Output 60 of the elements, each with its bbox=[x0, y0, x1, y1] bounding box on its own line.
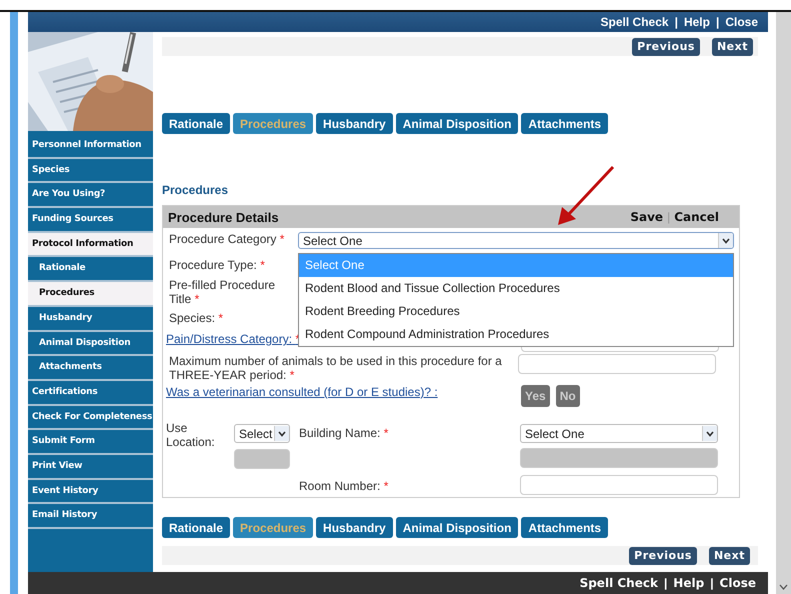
required-mark: * bbox=[218, 311, 224, 325]
separator: | bbox=[710, 576, 714, 590]
sidebar-item[interactable]: Check For Completeness bbox=[28, 406, 153, 430]
separator: | bbox=[674, 15, 678, 29]
field-label: Species: * bbox=[169, 311, 224, 325]
tab[interactable]: Attachments bbox=[521, 113, 608, 134]
input-field[interactable] bbox=[518, 354, 716, 374]
field-label: Building Name: * bbox=[299, 425, 390, 440]
tab[interactable]: Attachments bbox=[521, 517, 608, 538]
required-mark: * bbox=[290, 368, 294, 382]
sidebar-item[interactable]: Event History bbox=[28, 480, 153, 504]
header-link[interactable]: Spell Check bbox=[580, 576, 658, 590]
required-mark: * bbox=[194, 292, 200, 306]
tab[interactable]: Rationale bbox=[162, 113, 230, 134]
field-label: Maximum number of animals to be used in this procedure for a THREE-YEAR period: * bbox=[169, 354, 503, 382]
caret-icon bbox=[278, 430, 286, 436]
panel-action[interactable]: Cancel bbox=[674, 210, 719, 224]
field-label: Room Number: * bbox=[299, 478, 390, 493]
field-link[interactable]: Was a veterinarian consulted (for D or E studies)? : bbox=[166, 385, 521, 399]
tab[interactable]: Animal Disposition bbox=[396, 517, 518, 538]
nav-button[interactable]: Previous bbox=[632, 38, 700, 56]
field-label: Procedure Type: * bbox=[169, 258, 265, 272]
select-field[interactable]: Select One bbox=[520, 424, 718, 443]
select-field[interactable]: Select One bbox=[298, 232, 734, 249]
tab[interactable]: Animal Disposition bbox=[396, 113, 518, 134]
panel-title: Procedure Details bbox=[168, 210, 279, 224]
scroll-down-icon[interactable] bbox=[779, 584, 788, 590]
field-label: Procedure Category * bbox=[169, 232, 286, 246]
separator: | bbox=[664, 576, 668, 590]
section-title: Procedures bbox=[162, 183, 230, 197]
separator: | bbox=[667, 210, 670, 224]
header-link[interactable]: Close bbox=[725, 15, 758, 29]
required-mark: * bbox=[384, 479, 388, 493]
sidebar-item[interactable]: Procedures bbox=[28, 282, 153, 307]
sidebar-item[interactable]: Protocol Information bbox=[28, 232, 153, 258]
nav-button[interactable]: Previous bbox=[629, 546, 697, 564]
nav-button[interactable]: Next bbox=[712, 38, 753, 56]
panel-action[interactable]: Save bbox=[630, 210, 664, 224]
header-link[interactable]: Close bbox=[720, 576, 756, 590]
required-mark: * bbox=[384, 426, 388, 440]
sidebar-item[interactable]: Species bbox=[28, 158, 153, 184]
input-field[interactable] bbox=[520, 475, 718, 495]
header-link[interactable]: Help bbox=[673, 576, 704, 590]
header-link[interactable]: Help bbox=[684, 15, 710, 29]
tab[interactable]: Rationale bbox=[162, 517, 230, 538]
pointer-arrow bbox=[556, 165, 616, 227]
field-label: Pre-filled Procedure Title * bbox=[169, 278, 276, 306]
tab[interactable]: Husbandry bbox=[316, 517, 393, 538]
required-mark: * bbox=[280, 232, 284, 246]
field-label: Use Location: bbox=[166, 421, 216, 449]
input-field bbox=[234, 449, 290, 469]
sidebar-item[interactable]: Animal Disposition bbox=[28, 332, 153, 356]
tab[interactable]: Husbandry bbox=[316, 113, 393, 134]
nav-button[interactable]: Next bbox=[708, 546, 750, 564]
caret-icon bbox=[706, 430, 714, 436]
caret-icon bbox=[722, 238, 730, 244]
header-link[interactable]: Spell Check bbox=[600, 15, 669, 29]
select-field[interactable]: Select bbox=[234, 424, 290, 443]
separator: | bbox=[716, 15, 720, 29]
required-mark: * bbox=[260, 258, 265, 272]
